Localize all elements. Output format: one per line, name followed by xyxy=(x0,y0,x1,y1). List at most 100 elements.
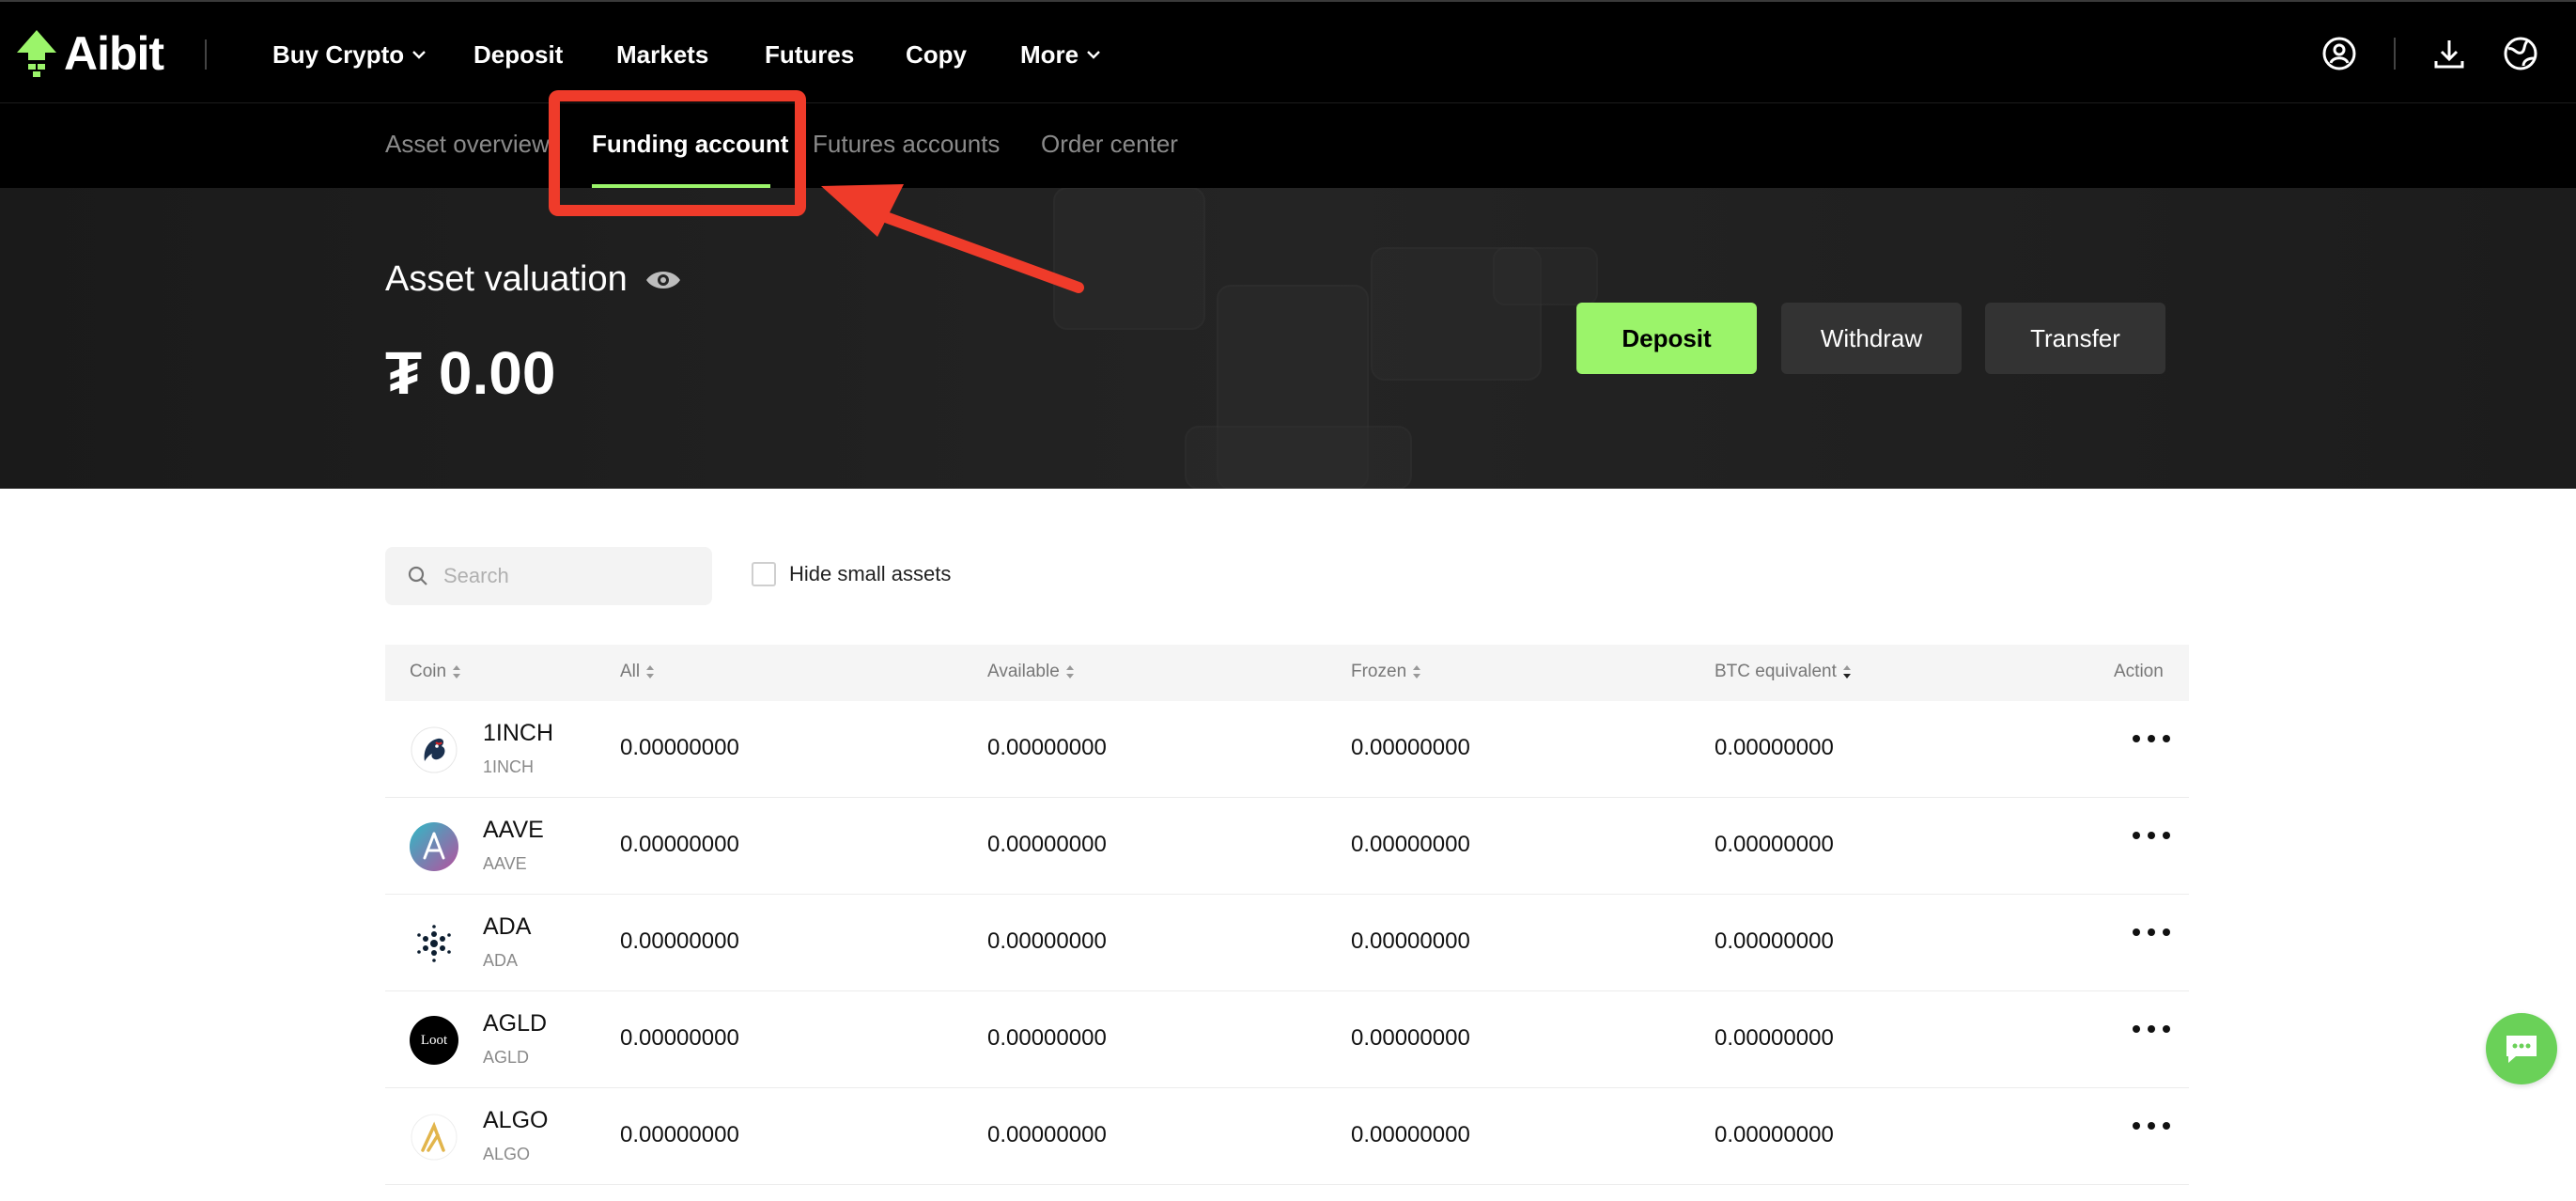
table-row: 1INCH 1INCH 0.00000000 0.00000000 0.0000… xyxy=(385,701,2189,798)
asset-valuation-banner: Asset valuation ₮ 0.00 Deposit Withdraw … xyxy=(0,188,2576,489)
column-header-action: Action xyxy=(2114,662,2164,682)
brand-name: Aibit xyxy=(64,27,164,80)
cell-frozen: 0.00000000 xyxy=(1351,735,1470,760)
deposit-button[interactable]: Deposit xyxy=(1576,303,1757,374)
sort-icon xyxy=(646,665,655,678)
sort-icon xyxy=(1065,665,1074,678)
cell-all: 0.00000000 xyxy=(620,832,739,857)
cell-available: 0.00000000 xyxy=(987,928,1107,954)
cell-btc-equivalent: 0.00000000 xyxy=(1715,832,1834,857)
download-icon[interactable] xyxy=(2429,34,2469,73)
transfer-button[interactable]: Transfer xyxy=(1985,303,2165,374)
column-header-all-label: All xyxy=(620,662,641,681)
nav-copy[interactable]: Copy xyxy=(906,36,967,73)
cell-frozen: 0.00000000 xyxy=(1351,928,1470,954)
withdraw-button[interactable]: Withdraw xyxy=(1781,303,1962,374)
chat-support-button[interactable] xyxy=(2486,1013,2557,1084)
coin-name: ADA xyxy=(483,951,519,970)
coin-name: AAVE xyxy=(483,854,527,873)
cell-all: 0.00000000 xyxy=(620,735,739,760)
column-header-btc-label: BTC equivalent xyxy=(1715,662,1837,681)
coin-name: AGLD xyxy=(483,1048,530,1067)
column-header-coin-label: Coin xyxy=(410,662,447,681)
tab-futures-accounts[interactable]: Futures accounts xyxy=(813,130,1000,167)
column-header-available-label: Available xyxy=(987,662,1060,681)
more-actions-icon[interactable] xyxy=(2133,729,2170,748)
sort-icon xyxy=(453,665,461,678)
agld-coin-icon: Loot xyxy=(410,1016,458,1065)
nav-more[interactable]: More xyxy=(1020,36,1101,73)
table-row: AAVE AAVE 0.00000000 0.00000000 0.000000… xyxy=(385,798,2189,895)
column-header-action-label: Action xyxy=(2114,662,2164,681)
sort-icon xyxy=(1413,665,1421,678)
column-header-btc-equivalent[interactable]: BTC equivalent xyxy=(1715,662,1852,682)
more-actions-icon[interactable] xyxy=(2133,923,2170,942)
1inch-coin-icon xyxy=(410,725,458,774)
agld-logo-text: Loot xyxy=(420,1032,448,1048)
algo-coin-icon xyxy=(410,1113,458,1162)
chevron-down-icon xyxy=(1087,51,1100,59)
table-row: ALGO ALGO 0.00000000 0.00000000 0.000000… xyxy=(385,1088,2189,1185)
cell-all: 0.00000000 xyxy=(620,1122,739,1147)
cell-available: 0.00000000 xyxy=(987,832,1107,857)
coin-symbol: ADA xyxy=(483,913,532,940)
coin-name: ALGO xyxy=(483,1145,531,1163)
table-header: Coin All Available Frozen BTC equivalent… xyxy=(385,645,2189,701)
more-actions-icon[interactable] xyxy=(2133,826,2170,845)
column-header-available[interactable]: Available xyxy=(987,662,1075,682)
search-icon xyxy=(408,566,427,585)
table-row: Loot AGLD AGLD 0.00000000 0.00000000 0.0… xyxy=(385,991,2189,1088)
account-subnav: Asset overview Funding account Futures a… xyxy=(0,103,2576,188)
cell-btc-equivalent: 0.00000000 xyxy=(1715,1025,1834,1051)
asset-valuation-title: Asset valuation xyxy=(385,259,682,300)
chat-icon xyxy=(2506,1036,2537,1063)
nav-more-label: More xyxy=(1020,39,1079,69)
sort-icon xyxy=(1842,665,1851,678)
nav-futures[interactable]: Futures xyxy=(765,36,854,73)
cell-all: 0.00000000 xyxy=(620,1025,739,1051)
table-row: ADA ADA 0.00000000 0.00000000 0.00000000… xyxy=(385,895,2189,991)
user-icon[interactable] xyxy=(2320,34,2359,73)
cell-available: 0.00000000 xyxy=(987,735,1107,760)
top-navigation: Aibit Buy Crypto Deposit Markets Futures… xyxy=(0,0,2576,103)
nav-futures-label: Futures xyxy=(765,39,855,69)
tab-order-center[interactable]: Order center xyxy=(1041,130,1178,167)
nav-buy-crypto[interactable]: Buy Crypto xyxy=(272,36,427,73)
more-actions-icon[interactable] xyxy=(2133,1020,2170,1038)
coin-symbol: 1INCH xyxy=(483,720,554,746)
nav-deposit[interactable]: Deposit xyxy=(473,36,563,73)
hide-small-assets-toggle[interactable]: Hide small assets xyxy=(752,562,951,586)
cell-btc-equivalent: 0.00000000 xyxy=(1715,928,1834,954)
cell-btc-equivalent: 0.00000000 xyxy=(1715,1122,1834,1147)
brand-logo[interactable]: Aibit xyxy=(17,27,164,80)
cell-btc-equivalent: 0.00000000 xyxy=(1715,735,1834,760)
cell-all: 0.00000000 xyxy=(620,928,739,954)
more-actions-icon[interactable] xyxy=(2133,1116,2170,1135)
logo-divider xyxy=(205,39,207,70)
asset-valuation-label: Asset valuation xyxy=(385,259,628,299)
nav-deposit-label: Deposit xyxy=(473,39,564,69)
aave-coin-icon xyxy=(410,822,458,871)
ada-coin-icon xyxy=(410,919,458,968)
column-header-all[interactable]: All xyxy=(620,662,655,682)
tab-asset-overview[interactable]: Asset overview xyxy=(385,130,550,167)
cell-frozen: 0.00000000 xyxy=(1351,1025,1470,1051)
column-header-coin[interactable]: Coin xyxy=(410,662,461,682)
annotation-highlight-box xyxy=(549,90,806,216)
hide-small-assets-checkbox[interactable] xyxy=(752,562,776,586)
coin-symbol: ALGO xyxy=(483,1107,549,1133)
nav-markets[interactable]: Markets xyxy=(616,36,708,73)
cell-available: 0.00000000 xyxy=(987,1122,1107,1147)
hide-small-assets-label: Hide small assets xyxy=(789,562,952,585)
asset-valuation-amount: ₮ 0.00 xyxy=(385,339,556,407)
globe-icon[interactable] xyxy=(2501,34,2540,73)
column-header-frozen-label: Frozen xyxy=(1351,662,1407,681)
coin-symbol: AAVE xyxy=(483,817,544,843)
chevron-down-icon xyxy=(412,51,426,59)
aibit-logo-icon xyxy=(17,30,56,77)
cell-frozen: 0.00000000 xyxy=(1351,832,1470,857)
column-header-frozen[interactable]: Frozen xyxy=(1351,662,1421,682)
eye-icon[interactable] xyxy=(644,267,682,293)
nav-right-divider xyxy=(2394,38,2396,70)
search-input[interactable] xyxy=(442,563,686,589)
